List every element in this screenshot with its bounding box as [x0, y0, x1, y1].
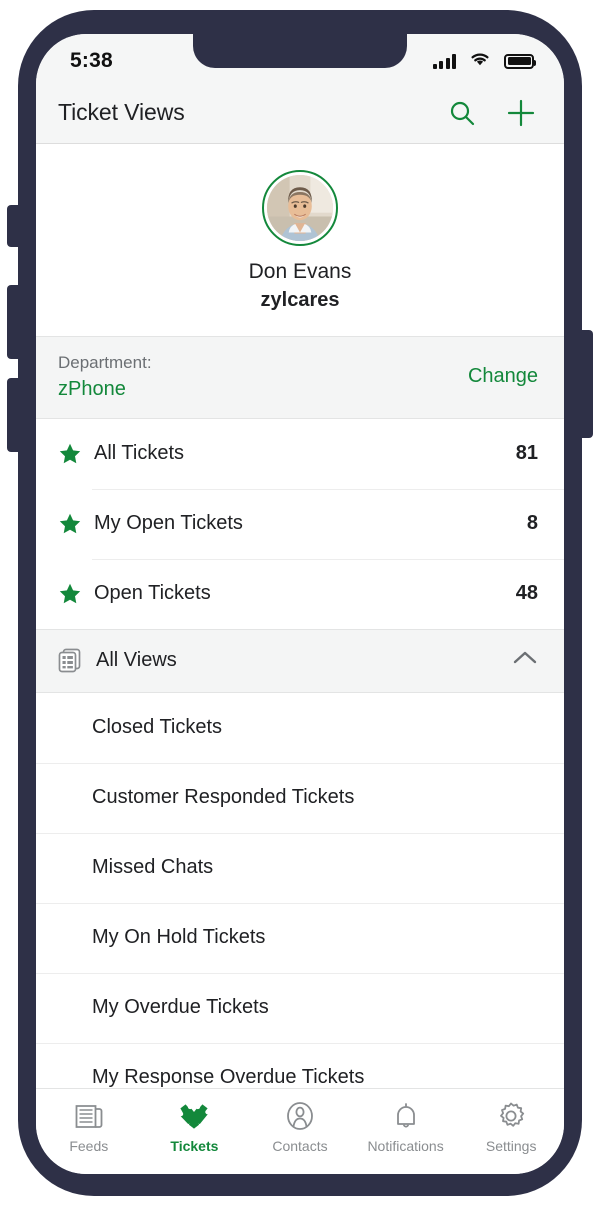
- profile-handle: zylcares: [260, 289, 340, 311]
- bell-icon: [391, 1099, 421, 1133]
- view-item-label: My On Hold Tickets: [92, 926, 266, 949]
- tab-contacts[interactable]: Contacts: [247, 1099, 353, 1154]
- department-info: Department: zPhone: [58, 351, 152, 402]
- favorite-view-count: 48: [515, 582, 538, 605]
- volume-down-button[interactable]: [7, 378, 23, 452]
- status-bar-icons: [432, 51, 536, 72]
- tab-label: Settings: [485, 1138, 537, 1154]
- star-icon: [58, 512, 92, 536]
- department-value: zPhone: [58, 377, 126, 400]
- view-item-label: Closed Tickets: [92, 716, 223, 739]
- bottom-tab-bar: Feeds Tickets Contacts Notifications Set…: [36, 1088, 564, 1174]
- all-views-section-header[interactable]: All Views: [36, 628, 564, 693]
- favorite-view-label: All Tickets: [94, 442, 185, 465]
- view-item-label: My Response Overdue Tickets: [92, 1066, 365, 1089]
- wifi-icon: [469, 51, 491, 72]
- volume-up-button[interactable]: [7, 285, 23, 359]
- tab-label: Feeds: [69, 1138, 109, 1154]
- all-views-list: Closed Tickets Customer Responded Ticket…: [36, 692, 564, 1113]
- favorite-view-row[interactable]: All Tickets 81: [36, 419, 564, 489]
- view-item-label: My Overdue Tickets: [92, 996, 269, 1019]
- star-icon: [58, 582, 92, 606]
- search-icon[interactable]: [448, 99, 476, 127]
- device-mockup: 5:38 Ticket Views Don Evans zylcares Dep…: [0, 0, 600, 1206]
- tab-feeds[interactable]: Feeds: [36, 1099, 142, 1154]
- favorite-view-row[interactable]: My Open Tickets 8: [36, 488, 564, 559]
- contact-person-icon: [285, 1099, 315, 1133]
- view-item-label: Customer Responded Tickets: [92, 786, 355, 809]
- tab-label: Contacts: [272, 1138, 328, 1154]
- change-department-button[interactable]: Change: [468, 365, 542, 388]
- favorite-view-count: 8: [526, 512, 538, 535]
- avatar[interactable]: [262, 170, 338, 246]
- favorite-views-list: All Tickets 81 My Open Tickets 8 Open Ti…: [36, 418, 564, 629]
- gear-icon: [496, 1099, 526, 1133]
- avatar-photo: [267, 175, 333, 241]
- tab-settings[interactable]: Settings: [458, 1099, 564, 1154]
- newspaper-icon: [74, 1099, 104, 1133]
- tab-notifications[interactable]: Notifications: [353, 1099, 459, 1154]
- tab-label: Tickets: [170, 1138, 219, 1154]
- tickets-icon: [178, 1099, 210, 1133]
- nav-header: Ticket Views: [36, 82, 564, 144]
- all-views-title: All Views: [96, 649, 177, 672]
- list-documents-icon: [58, 648, 92, 674]
- mute-switch-button[interactable]: [7, 205, 23, 247]
- view-list-item[interactable]: Missed Chats: [36, 832, 564, 903]
- view-item-label: Missed Chats: [92, 856, 214, 879]
- status-bar-time: 5:38: [70, 49, 113, 72]
- view-list-item[interactable]: My Overdue Tickets: [36, 972, 564, 1043]
- display-notch: [193, 34, 407, 68]
- chevron-up-icon[interactable]: [512, 650, 538, 671]
- department-label: Department:: [58, 353, 152, 372]
- tab-tickets[interactable]: Tickets: [142, 1099, 248, 1154]
- favorite-view-label: My Open Tickets: [94, 512, 243, 535]
- profile-name: Don Evans: [248, 260, 352, 283]
- favorite-view-label: Open Tickets: [94, 582, 211, 605]
- view-list-item[interactable]: My On Hold Tickets: [36, 902, 564, 973]
- favorite-view-row[interactable]: Open Tickets 48: [36, 558, 564, 629]
- favorite-view-count: 81: [515, 442, 538, 465]
- view-list-item[interactable]: Closed Tickets: [36, 693, 564, 763]
- battery-full-icon: [504, 53, 536, 69]
- tab-label: Notifications: [367, 1138, 444, 1154]
- department-bar: Department: zPhone Change: [36, 336, 564, 419]
- view-list-item[interactable]: Customer Responded Tickets: [36, 762, 564, 833]
- nav-actions: [448, 98, 536, 128]
- star-icon: [58, 442, 92, 466]
- cellular-signal-icon: [432, 53, 456, 69]
- page-title: Ticket Views: [58, 99, 185, 125]
- plus-icon[interactable]: [506, 98, 536, 128]
- phone-screen: 5:38 Ticket Views Don Evans zylcares Dep…: [36, 34, 564, 1174]
- power-button[interactable]: [577, 330, 593, 438]
- profile-section: Don Evans zylcares: [36, 144, 564, 336]
